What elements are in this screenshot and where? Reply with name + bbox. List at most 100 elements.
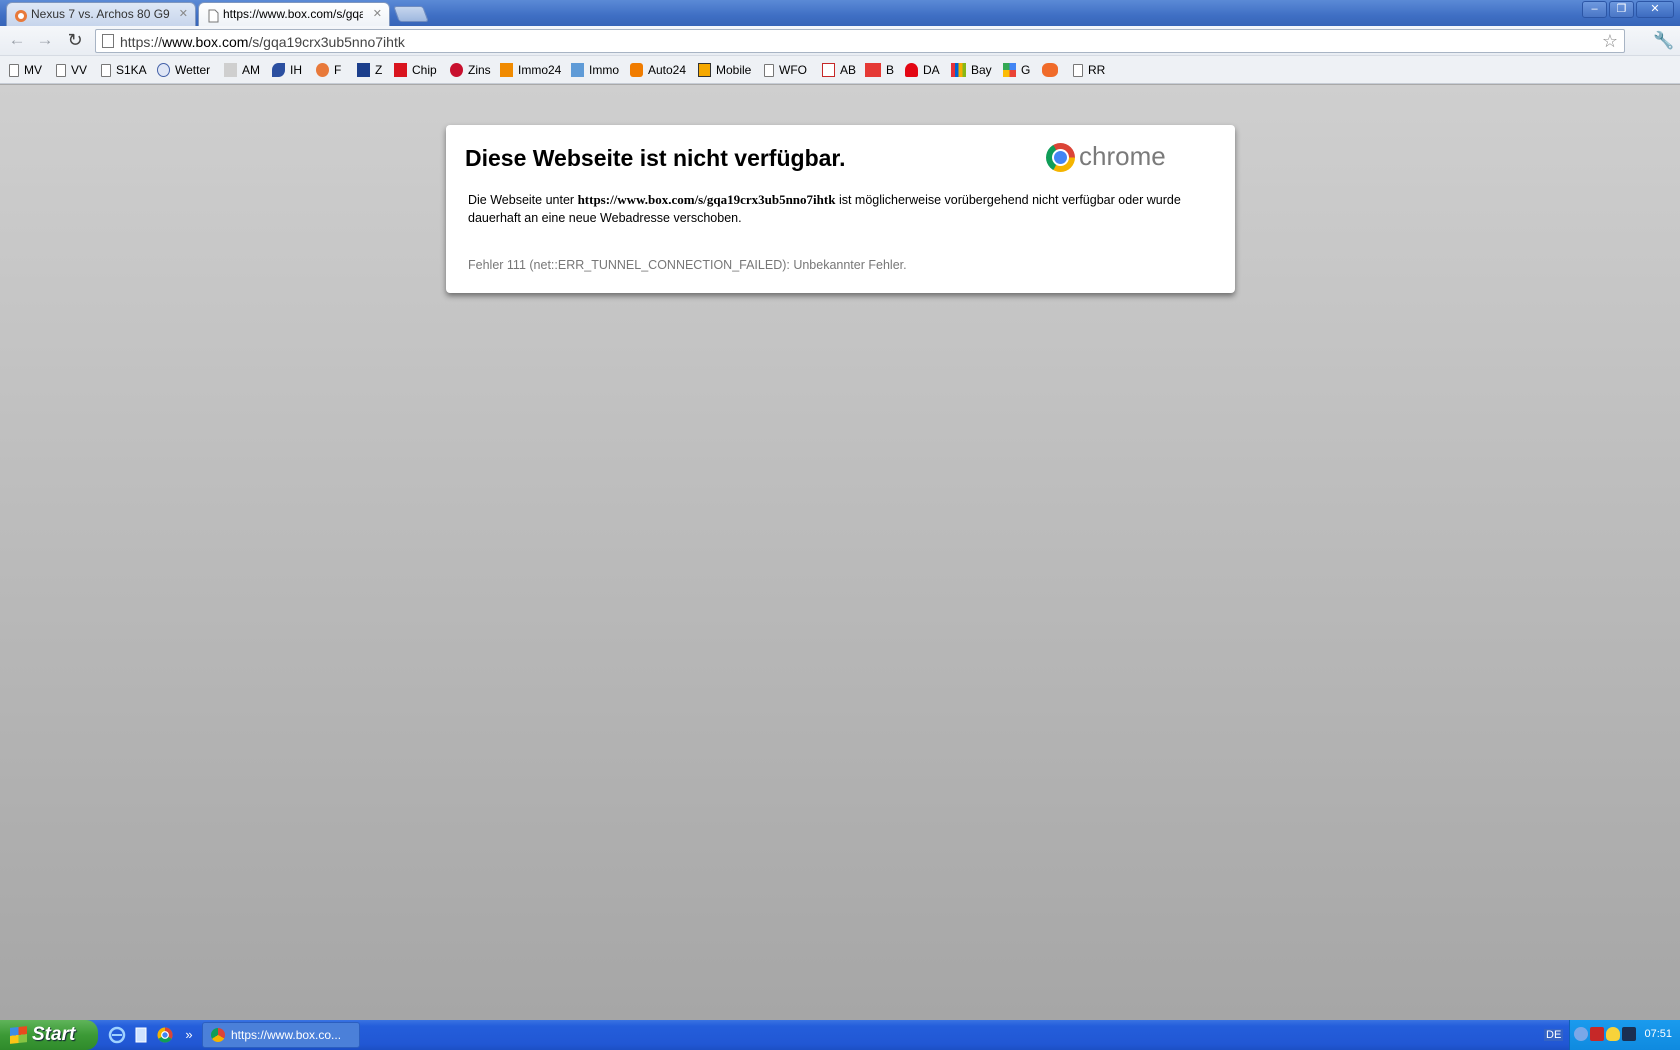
forward-arrow-icon[interactable]: → <box>34 30 56 52</box>
bookmark-label: Chip <box>412 63 437 77</box>
bookmark-ab[interactable]: AB <box>822 61 856 79</box>
close-window-button[interactable]: ✕ <box>1636 1 1674 18</box>
page-icon <box>101 64 111 77</box>
page-icon <box>1073 64 1083 77</box>
network-icon[interactable] <box>1622 1027 1636 1041</box>
taskbar: Start » https://www.box.co... DE 07:51 <box>0 1020 1680 1050</box>
bookmark-immo[interactable]: Immo <box>571 61 619 79</box>
bookmark-wetter[interactable]: Wetter <box>157 61 210 79</box>
start-button[interactable]: Start <box>0 1020 98 1050</box>
bookmark-auto24[interactable]: Auto24 <box>630 61 686 79</box>
clock-sync-icon[interactable] <box>1574 1027 1588 1041</box>
mobile-icon <box>698 63 711 77</box>
bookmark-label: Immo24 <box>518 63 562 77</box>
error-panel: Diese Webseite ist nicht verfügbar. chro… <box>446 125 1235 293</box>
bookmark-label: Z <box>375 63 383 77</box>
bookmarks-bar: MV VV S1KA Wetter AM IH F Z Chip Zins Im… <box>0 56 1680 84</box>
bookmark-label: Wetter <box>175 63 211 77</box>
page-content: Diese Webseite ist nicht verfügbar. chro… <box>0 85 1680 1020</box>
bookmark-label: RR <box>1088 63 1106 77</box>
start-label: Start <box>32 1024 76 1045</box>
page-icon <box>56 64 66 77</box>
reload-icon[interactable]: ↻ <box>64 30 86 52</box>
weather-icon <box>157 63 170 77</box>
page-icon <box>102 34 114 48</box>
bookmark-z[interactable]: Z <box>357 61 382 79</box>
bookmark-label: Bay <box>971 63 992 77</box>
page-icon <box>9 64 19 77</box>
bookmark-mobile[interactable]: Mobile <box>698 61 751 79</box>
tab-title: https://www.box.com/s/gqa1 <box>223 7 363 21</box>
am-icon <box>224 63 237 77</box>
new-tab-button[interactable] <box>393 6 429 22</box>
toolbar: ← → ↻ https://www.box.com/s/gqa19crx3ub5… <box>0 26 1680 56</box>
ab-icon <box>822 63 835 77</box>
bookmark-zins[interactable]: Zins <box>450 61 491 79</box>
language-indicator[interactable]: DE <box>1544 1029 1564 1041</box>
bookmark-da[interactable]: DA <box>905 61 940 79</box>
bookmark-label: Auto24 <box>648 63 687 77</box>
bookmark-f[interactable]: F <box>316 61 341 79</box>
bookmark-logo[interactable] <box>1042 61 1063 79</box>
system-tray: DE 07:51 <box>1544 1020 1680 1050</box>
error-title: Diese Webseite ist nicht verfügbar. <box>465 145 846 171</box>
google-icon <box>1003 63 1016 77</box>
chrome-quicklaunch-icon[interactable] <box>156 1026 174 1044</box>
bookmark-label: Zins <box>468 63 491 77</box>
zins-icon <box>450 63 463 77</box>
immo24-icon <box>500 63 513 77</box>
bookmark-label: WFO <box>779 63 807 77</box>
bookmark-mv[interactable]: MV <box>9 61 42 79</box>
bookmark-g[interactable]: G <box>1003 61 1030 79</box>
url-text[interactable]: https://www.box.com/s/gqa19crx3ub5nno7ih… <box>120 34 405 50</box>
tab-box[interactable]: https://www.box.com/s/gqa1 ✕ <box>198 2 390 27</box>
task-label: https://www.box.co... <box>231 1028 342 1042</box>
tab-nexus[interactable]: Nexus 7 vs. Archos 80 G9 Tu ✕ <box>6 2 196 26</box>
maximize-button[interactable]: ❐ <box>1609 1 1634 18</box>
tab-title: Nexus 7 vs. Archos 80 G9 Tu <box>31 7 171 21</box>
car-icon <box>630 63 643 77</box>
bookmark-chip[interactable]: Chip <box>394 61 437 79</box>
generic-logo-icon <box>1042 63 1058 77</box>
antivirus-icon[interactable] <box>1590 1027 1604 1041</box>
bookmark-label: S1KA <box>116 63 147 77</box>
lightbulb-icon[interactable] <box>1606 1027 1620 1041</box>
chrome-icon <box>211 1028 225 1042</box>
page-icon <box>206 8 220 23</box>
bookmark-label: Mobile <box>716 63 752 77</box>
minimize-button[interactable]: – <box>1582 1 1607 18</box>
bookmark-label: G <box>1021 63 1031 77</box>
bookmark-label: Immo <box>589 63 619 77</box>
close-tab-icon[interactable]: ✕ <box>179 3 188 25</box>
url-host: www.box.com <box>162 34 249 50</box>
bookmark-bay[interactable]: Bay <box>951 61 992 79</box>
bookmark-s1ka[interactable]: S1KA <box>101 61 147 79</box>
bookmark-wfo[interactable]: WFO <box>764 61 807 79</box>
back-arrow-icon[interactable]: ← <box>6 30 28 52</box>
bookmark-am[interactable]: AM <box>224 61 260 79</box>
wrench-icon[interactable]: 🔧 <box>1653 30 1675 52</box>
bookmark-ih[interactable]: IH <box>272 61 302 79</box>
z-icon <box>357 63 370 77</box>
ie-icon[interactable] <box>108 1026 126 1044</box>
address-bar[interactable]: https://www.box.com/s/gqa19crx3ub5nno7ih… <box>95 29 1625 53</box>
taskbar-item-chrome[interactable]: https://www.box.co... <box>202 1022 360 1048</box>
desc-url: https://www.box.com/s/gqa19crx3ub5nno7ih… <box>577 192 836 207</box>
close-tab-icon[interactable]: ✕ <box>373 3 382 25</box>
bookmark-b[interactable]: B <box>865 61 894 79</box>
url-path: /s/gqa19crx3ub5nno7ihtk <box>248 34 405 50</box>
bookmark-label: MV <box>24 63 42 77</box>
bookmark-label: DA <box>923 63 940 77</box>
ebay-icon <box>951 63 966 77</box>
bookmark-vv[interactable]: VV <box>56 61 87 79</box>
bookmark-rr[interactable]: RR <box>1073 61 1105 79</box>
chip-icon <box>394 63 407 77</box>
quicklaunch-more-icon[interactable]: » <box>180 1026 198 1044</box>
chrome-logo: chrome <box>1046 141 1186 174</box>
bookmark-star-icon[interactable]: ☆ <box>1602 31 1618 52</box>
notepad-icon[interactable] <box>132 1026 150 1044</box>
bookmark-immo24[interactable]: Immo24 <box>500 61 561 79</box>
error-description: Die Webseite unter https://www.box.com/s… <box>468 191 1213 227</box>
windows-flag-icon <box>10 1026 27 1044</box>
ih-icon <box>272 63 285 77</box>
